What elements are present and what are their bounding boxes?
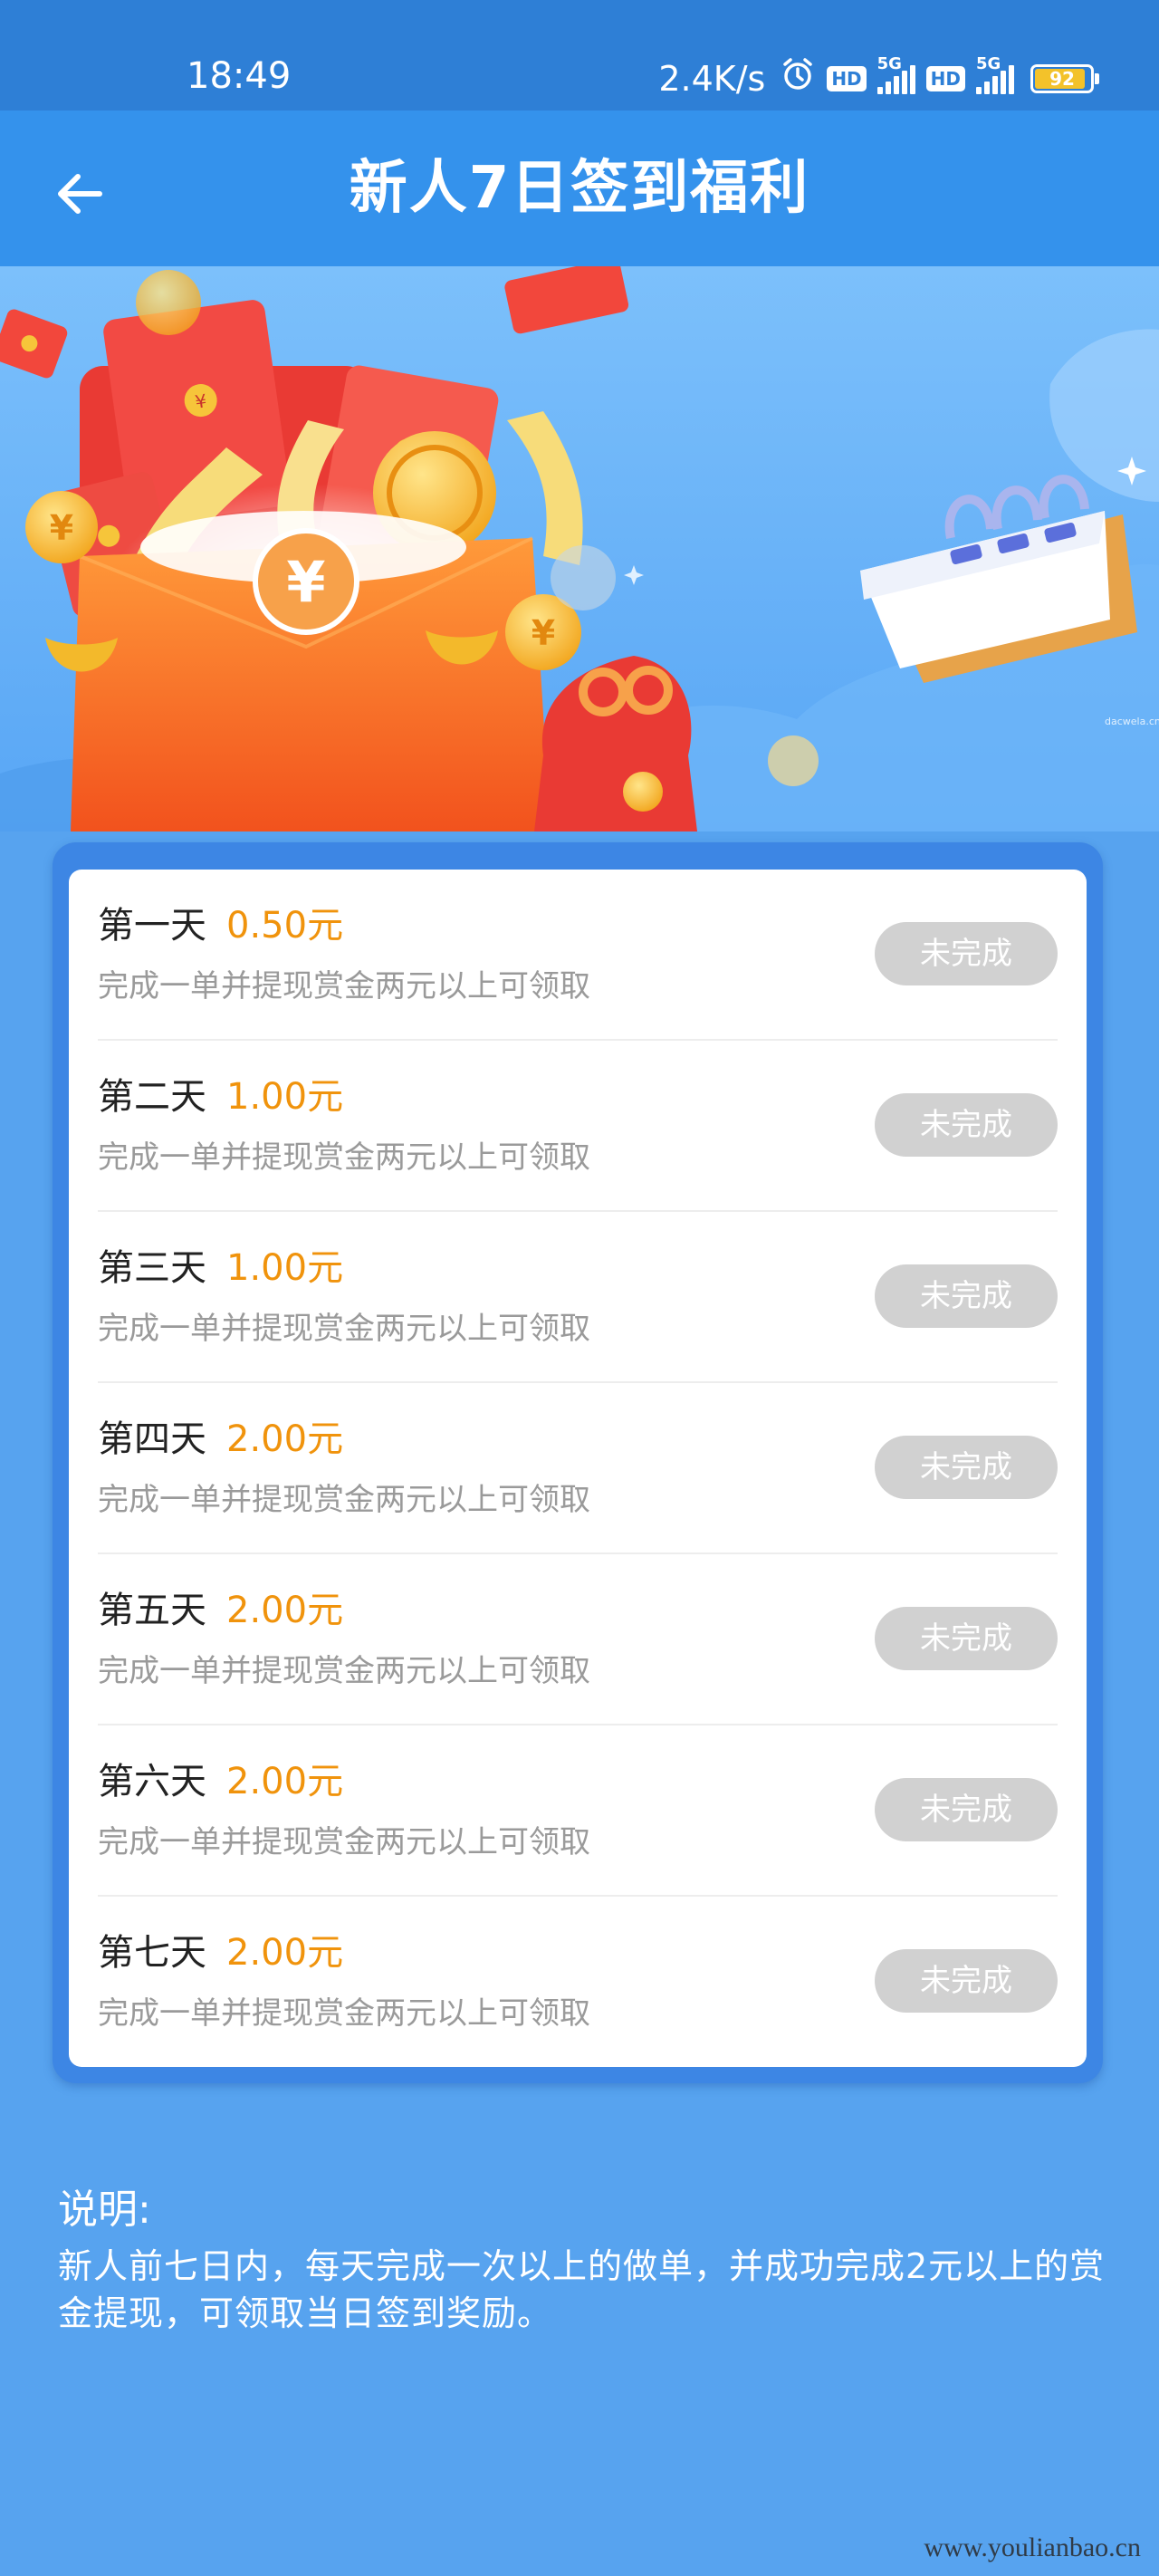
hd-badge-1: HD (827, 65, 867, 91)
status-button-incomplete[interactable]: 未完成 (875, 1949, 1058, 2013)
task-description: 完成一单并提现赏金两元以上可领取 (98, 1311, 590, 1347)
notes-section: 说明: 新人前七日内，每天完成一次以上的做单，并成功完成2元以上的赏金提现，可领… (58, 2185, 1108, 2337)
battery-icon: 92 (1030, 63, 1099, 93)
status-button-incomplete[interactable]: 未完成 (875, 1607, 1058, 1670)
page-title: 新人7日签到福利 (349, 155, 810, 222)
day-label: 第三天 (98, 1247, 206, 1289)
watermark: www.youlianbao.cn (924, 2533, 1141, 2562)
task-description: 完成一单并提现赏金两元以上可领取 (98, 1995, 590, 2032)
battery-percent: 92 (1049, 67, 1075, 90)
reward-amount: 2.00元 (226, 1590, 344, 1631)
day-label: 第五天 (98, 1590, 206, 1631)
task-card-frame: 第一天 0.50元 完成一单并提现赏金两元以上可领取 未完成 第二天 1.00元… (53, 842, 1103, 2083)
banner-illustration: ¥ ¥ ¥ ¥ dacwela.cn (0, 266, 1159, 831)
day-label: 第二天 (98, 1076, 206, 1118)
task-list: 第一天 0.50元 完成一单并提现赏金两元以上可领取 未完成 第二天 1.00元… (69, 870, 1087, 2067)
svg-text:dacwela.cn: dacwela.cn (1105, 716, 1159, 727)
signal-icon-2: 5G (976, 54, 1014, 94)
task-row: 第六天 2.00元 完成一单并提现赏金两元以上可领取 未完成 (98, 1725, 1058, 1897)
app-header: 新人7日签到福利 (0, 111, 1159, 266)
task-row: 第四天 2.00元 完成一单并提现赏金两元以上可领取 未完成 (98, 1383, 1058, 1554)
fiveg-label-2: 5G (976, 53, 1001, 73)
alarm-icon (780, 56, 816, 101)
hd-badge-2: HD (925, 65, 965, 91)
notes-text: 新人前七日内，每天完成一次以上的做单，并成功完成2元以上的赏金提现，可领取当日签… (58, 2246, 1106, 2333)
task-row: 第二天 1.00元 完成一单并提现赏金两元以上可领取 未完成 (98, 1041, 1058, 1212)
day-label: 第四天 (98, 1418, 206, 1460)
status-button-incomplete[interactable]: 未完成 (875, 1778, 1058, 1841)
task-row: 第七天 2.00元 完成一单并提现赏金两元以上可领取 未完成 (98, 1897, 1058, 2068)
day-label: 第一天 (98, 905, 206, 947)
status-bar: 18:49 2.4K/s HD 5G HD 5G 92 (0, 0, 1159, 111)
status-button-incomplete[interactable]: 未完成 (875, 1264, 1058, 1328)
reward-amount: 2.00元 (226, 1418, 344, 1460)
fiveg-label-1: 5G (876, 53, 902, 73)
svg-text:¥: ¥ (50, 508, 73, 548)
status-time: 18:49 (187, 55, 292, 97)
reward-amount: 1.00元 (226, 1247, 344, 1289)
status-button-incomplete[interactable]: 未完成 (875, 1436, 1058, 1499)
task-description: 完成一单并提现赏金两元以上可领取 (98, 1139, 590, 1176)
task-description: 完成一单并提现赏金两元以上可领取 (98, 1824, 590, 1860)
task-row: 第一天 0.50元 完成一单并提现赏金两元以上可领取 未完成 (98, 870, 1058, 1041)
task-row: 第五天 2.00元 完成一单并提现赏金两元以上可领取 未完成 (98, 1554, 1058, 1725)
day-label: 第六天 (98, 1761, 206, 1802)
reward-amount: 2.00元 (226, 1932, 344, 1974)
network-speed: 2.4K/s (658, 58, 766, 99)
day-label: 第七天 (98, 1932, 206, 1974)
reward-amount: 1.00元 (226, 1076, 344, 1118)
task-description: 完成一单并提现赏金两元以上可领取 (98, 968, 590, 1004)
status-button-incomplete[interactable]: 未完成 (875, 922, 1058, 985)
reward-amount: 0.50元 (226, 905, 344, 947)
notes-title: 说明: (58, 2187, 151, 2233)
status-icons: 2.4K/s HD 5G HD 5G 92 (658, 54, 1099, 101)
task-description: 完成一单并提现赏金两元以上可领取 (98, 1482, 590, 1518)
status-button-incomplete[interactable]: 未完成 (875, 1093, 1058, 1157)
svg-text:¥: ¥ (286, 549, 325, 615)
task-description: 完成一单并提现赏金两元以上可领取 (98, 1653, 590, 1689)
task-row: 第三天 1.00元 完成一单并提现赏金两元以上可领取 未完成 (98, 1212, 1058, 1383)
svg-text:¥: ¥ (532, 613, 555, 653)
signal-icon-1: 5G (876, 54, 915, 94)
reward-amount: 2.00元 (226, 1761, 344, 1802)
